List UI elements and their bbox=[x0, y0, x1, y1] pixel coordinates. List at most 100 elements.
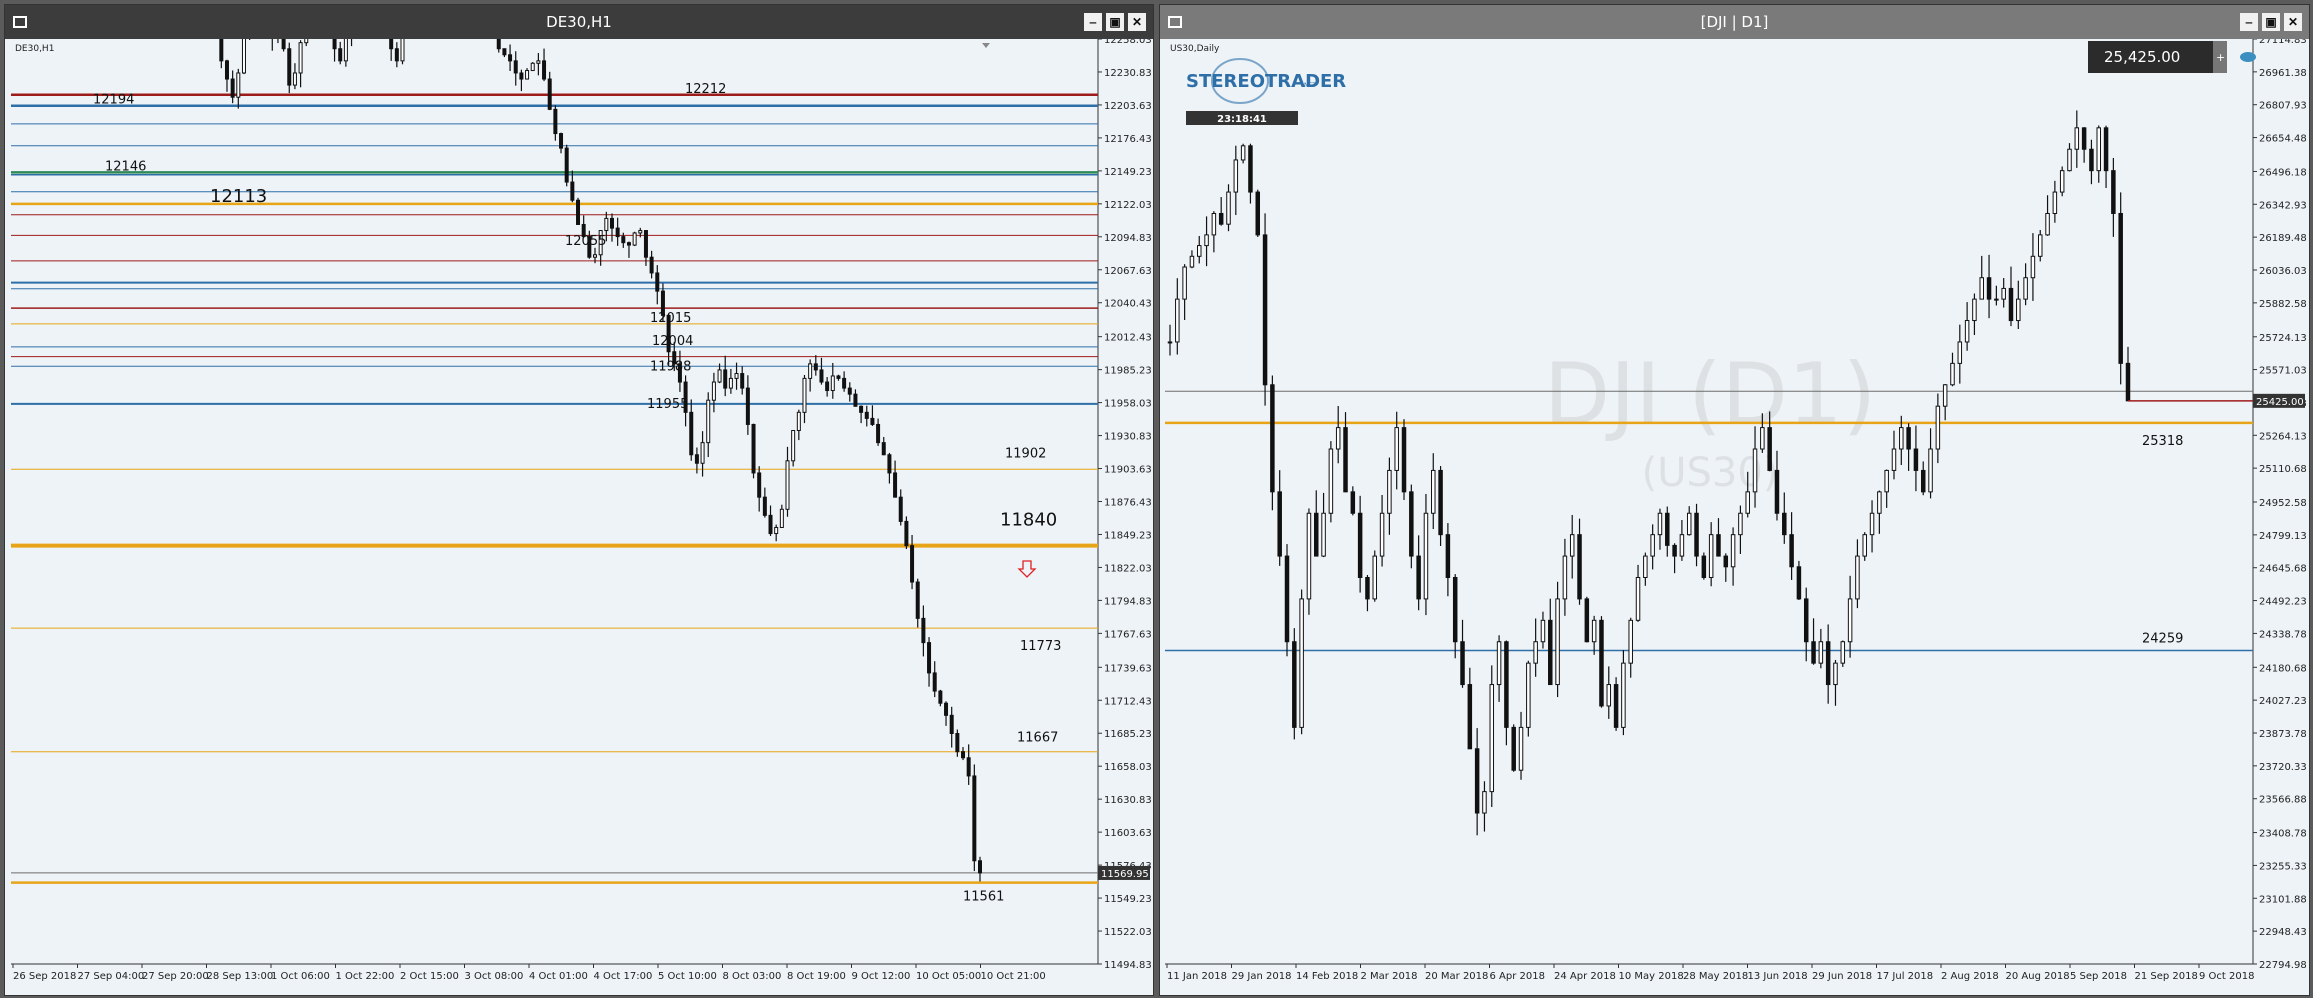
candle-body bbox=[2045, 212, 2050, 236]
x-tick-label: 2 Mar 2018 bbox=[1361, 971, 1418, 982]
candle-body bbox=[1767, 427, 1772, 471]
dji-price-chart[interactable]: 27114.83 26961.38 26807.93 26654.48 26496.18… bbox=[1160, 39, 2309, 995]
candle-body bbox=[966, 757, 971, 777]
candle-body bbox=[825, 381, 830, 392]
x-tick-label: 6 Apr 2018 bbox=[1490, 971, 1545, 982]
candle-body bbox=[1621, 662, 1626, 728]
x-tick-label: 9 Oct 2018 bbox=[2199, 971, 2254, 982]
y-tick-label: 23408.78 bbox=[2259, 829, 2307, 840]
candle-body bbox=[1394, 427, 1399, 471]
minimize-button[interactable]: ‒ bbox=[1084, 13, 1102, 31]
candle-body bbox=[2037, 234, 2043, 257]
y-tick-label: 12067.63 bbox=[1104, 266, 1152, 277]
candle-body bbox=[802, 377, 807, 413]
candle-body bbox=[972, 775, 977, 862]
de30-price-chart[interactable]: 12258.03 12230.83 12203.63 12176.43 12149.23… bbox=[5, 39, 1153, 995]
candle-body bbox=[819, 369, 824, 383]
candle-body bbox=[881, 442, 886, 456]
y-tick-label: 11712.43 bbox=[1104, 696, 1152, 707]
candle-body bbox=[576, 199, 581, 225]
candle-body bbox=[853, 393, 858, 407]
candle-body bbox=[1752, 448, 1758, 493]
candle-body bbox=[1460, 641, 1465, 686]
candle-body bbox=[513, 60, 518, 74]
candle-body bbox=[1694, 512, 1699, 557]
y-tick-label: 25110.68 bbox=[2259, 464, 2307, 475]
candle-body bbox=[1321, 512, 1326, 557]
candle-body bbox=[1489, 684, 1495, 793]
candle-body bbox=[298, 42, 303, 74]
candle-body bbox=[1811, 641, 1816, 664]
candle-body bbox=[649, 256, 654, 274]
candle-body bbox=[1657, 512, 1663, 536]
candle-body bbox=[876, 423, 881, 444]
minimize-button[interactable]: ‒ bbox=[2240, 13, 2258, 31]
close-button[interactable]: ✕ bbox=[1128, 13, 1146, 31]
level-label: 12146 bbox=[105, 159, 146, 174]
x-tick-label: 27 Sep 20:00 bbox=[142, 971, 209, 982]
watermark-symbol: DJI (D1) bbox=[1544, 345, 1876, 445]
candle-body bbox=[864, 411, 869, 419]
candle-body bbox=[757, 472, 762, 498]
de30-chart-window[interactable]: DE30,H1 ‒ ▣ ✕ 12258.03 12230.83 12203.63 12… bbox=[4, 4, 1154, 996]
candle-body bbox=[893, 472, 898, 498]
candle-body bbox=[796, 411, 801, 432]
candle-body bbox=[632, 232, 637, 246]
candle-body bbox=[1292, 641, 1297, 728]
candle-body bbox=[774, 526, 779, 535]
candle-body bbox=[847, 387, 852, 395]
candle-body bbox=[1204, 234, 1209, 247]
close-button[interactable]: ✕ bbox=[2284, 13, 2302, 31]
candle-body bbox=[955, 733, 960, 753]
plot-background bbox=[5, 39, 1153, 995]
maximize-button[interactable]: ▣ bbox=[2262, 13, 2280, 31]
candle-body bbox=[1167, 341, 1173, 344]
clock-label: 23:18:41 bbox=[1217, 114, 1267, 125]
x-tick-label: 5 Oct 10:00 bbox=[658, 971, 717, 982]
maximize-button[interactable]: ▣ bbox=[1106, 13, 1124, 31]
candle-body bbox=[1387, 469, 1392, 514]
de30-titlebar[interactable]: DE30,H1 ‒ ▣ ✕ bbox=[5, 5, 1153, 39]
candle-body bbox=[1942, 384, 1948, 407]
y-tick-label: 23255.33 bbox=[2259, 861, 2307, 872]
y-tick-label: 23566.88 bbox=[2259, 795, 2307, 806]
candle-body bbox=[1577, 534, 1582, 600]
symbol-label: US30,Daily bbox=[1170, 44, 1220, 54]
x-tick-label: 10 May 2018 bbox=[1619, 971, 1684, 982]
candle-body bbox=[1299, 598, 1304, 728]
candle-body bbox=[836, 375, 841, 379]
dji-titlebar[interactable]: [DJI | D1] ‒ ▣ ✕ bbox=[1160, 5, 2309, 39]
candle-body bbox=[304, 39, 309, 44]
y-tick-label: 25264.13 bbox=[2259, 431, 2307, 442]
candle-body bbox=[1365, 576, 1370, 600]
candle-body bbox=[564, 147, 569, 183]
candle-body bbox=[1335, 427, 1341, 450]
y-tick-label: 12176.43 bbox=[1104, 134, 1152, 145]
candle-body bbox=[287, 48, 292, 86]
candle-body bbox=[762, 496, 767, 516]
price-box-value: 25,425.00 bbox=[2104, 48, 2180, 66]
candle-body bbox=[1175, 298, 1180, 343]
x-tick-label: 29 Jan 2018 bbox=[1232, 971, 1292, 982]
y-tick-label: 11903.63 bbox=[1104, 465, 1152, 476]
level-label: 11902 bbox=[1005, 446, 1046, 461]
candle-body bbox=[1284, 555, 1290, 643]
candle-body bbox=[1840, 641, 1846, 664]
x-tick-label: 27 Sep 04:00 bbox=[78, 971, 145, 982]
y-tick-label: 24952.58 bbox=[2259, 498, 2307, 509]
x-tick-label: 3 Oct 08:00 bbox=[465, 971, 524, 982]
candle-body bbox=[604, 217, 609, 232]
y-tick-label: 11603.63 bbox=[1104, 828, 1152, 839]
x-tick-label: 11 Jan 2018 bbox=[1167, 971, 1227, 982]
candle-body bbox=[1862, 534, 1867, 557]
candle-body bbox=[1306, 512, 1312, 600]
candle-body bbox=[559, 133, 564, 149]
dji-chart-window[interactable]: [DJI | D1] ‒ ▣ ✕ 27114.83 26961.38 26807.9… bbox=[1159, 4, 2310, 996]
candle-body bbox=[1314, 512, 1319, 557]
candle-body bbox=[400, 39, 405, 62]
candle-body bbox=[700, 442, 705, 464]
candle-body bbox=[2074, 127, 2080, 150]
candle-body bbox=[502, 48, 507, 56]
symbol-label: DE30,H1 bbox=[15, 44, 54, 54]
candle-body bbox=[525, 70, 530, 80]
